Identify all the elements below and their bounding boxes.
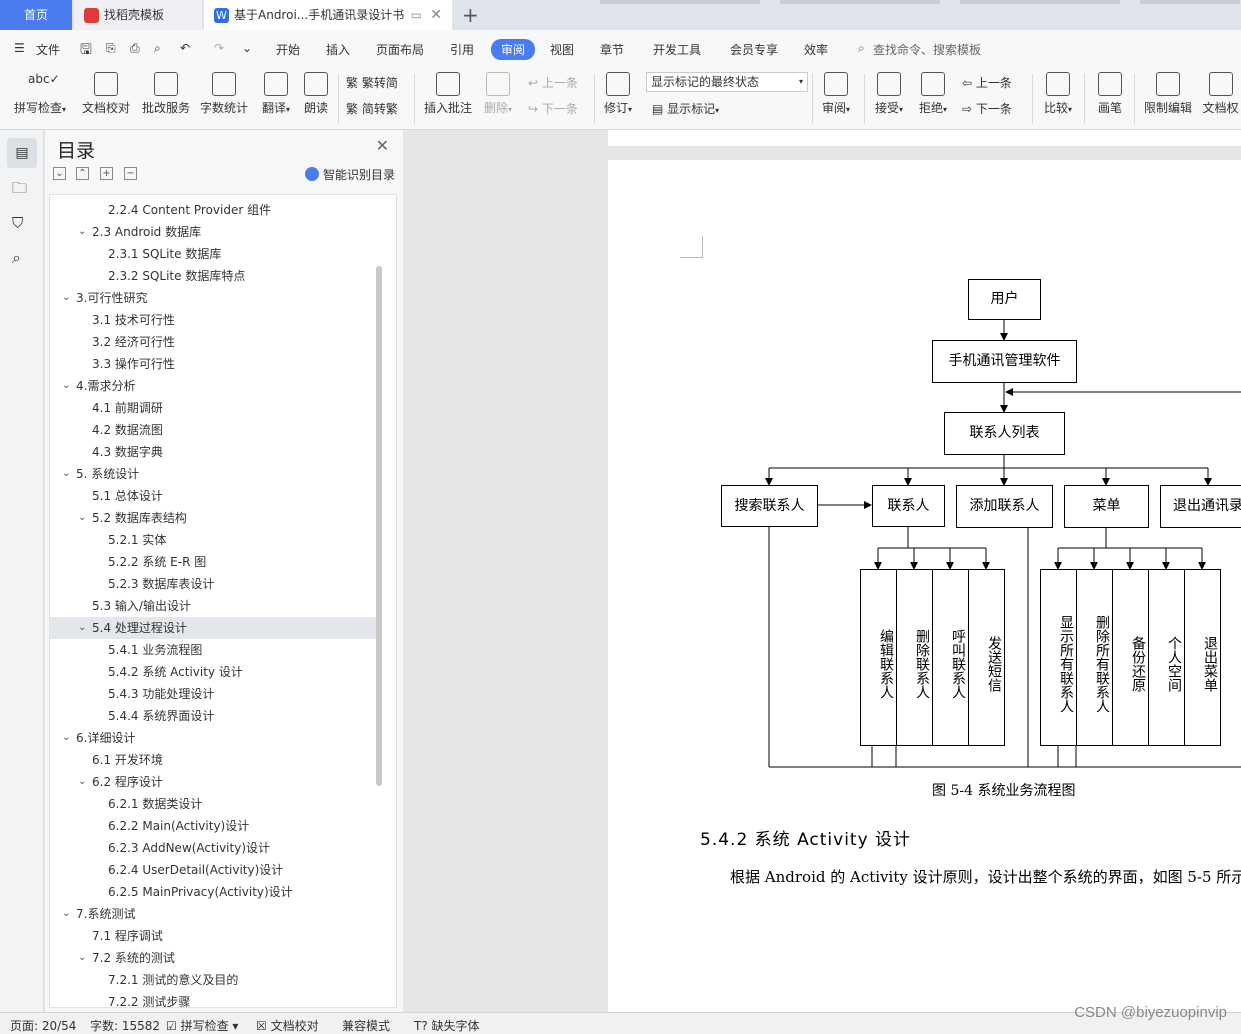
- node-exit-menu: 退出菜单: [1184, 569, 1221, 746]
- node-add: 添加联系人: [956, 485, 1053, 528]
- spell-check-status-label: 拼写检查: [180, 1019, 229, 1033]
- flowchart-lines: [765, 320, 1241, 768]
- node-exit-app: 退出通讯录: [1160, 485, 1241, 528]
- node-sms: 发送短信: [968, 569, 1005, 746]
- page-indicator[interactable]: 页面: 20/54: [10, 1017, 76, 1034]
- missing-font-button[interactable]: T? 缺失字体: [414, 1017, 480, 1034]
- node-call: 呼叫联系人: [932, 569, 969, 746]
- node-show-all: 显示所有联系人: [1040, 569, 1077, 746]
- proof-status-label: 文档校对: [270, 1019, 319, 1033]
- node-user: 用户: [968, 279, 1041, 320]
- node-backup: 备份还原: [1112, 569, 1149, 746]
- node-delete: 删除联系人: [896, 569, 933, 746]
- node-menu: 菜单: [1064, 485, 1149, 528]
- proof-status[interactable]: ☒ 文档校对: [256, 1017, 319, 1034]
- node-contact: 联系人: [872, 485, 945, 527]
- node-edit: 编辑联系人: [860, 569, 897, 746]
- node-software: 手机通讯管理软件: [932, 340, 1077, 383]
- node-contact-list: 联系人列表: [944, 412, 1065, 455]
- node-personal: 个人空间: [1148, 569, 1185, 746]
- node-search: 搜索联系人: [721, 485, 818, 527]
- compat-mode: 兼容模式: [342, 1019, 391, 1033]
- spell-check-status[interactable]: ☑ 拼写检查 ▾: [166, 1017, 238, 1034]
- section-heading: 5.4.2 系统 Activity 设计: [700, 830, 912, 850]
- word-count[interactable]: 字数: 15582: [90, 1017, 160, 1034]
- node-delete-all: 删除所有联系人: [1076, 569, 1113, 746]
- status-bar: 页面: 20/54 字数: 15582 ☑ 拼写检查 ▾ ☒ 文档校对 兼容模式…: [0, 1012, 1241, 1034]
- missing-font-label: 缺失字体: [431, 1019, 480, 1033]
- body-paragraph: 根据 Android 的 Activity 设计原则，设计出整个系统的界面，如图…: [730, 868, 1241, 886]
- watermark: CSDN @biyezuopinvip: [1074, 1004, 1227, 1021]
- figure-caption: 图 5-4 系统业务流程图: [932, 783, 1076, 799]
